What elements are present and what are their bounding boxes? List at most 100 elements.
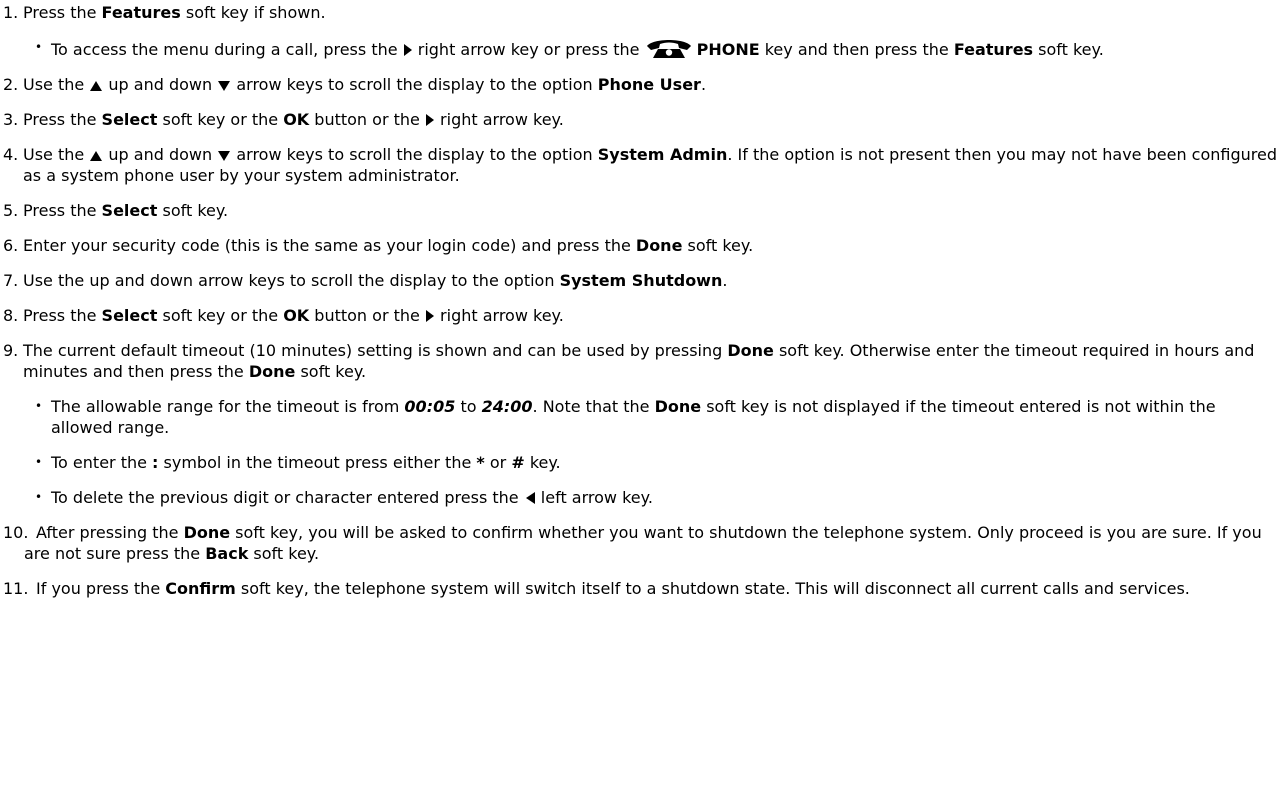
right-arrow-icon [425, 310, 434, 322]
step-text: Use the [23, 75, 90, 94]
step-number: 2. [3, 75, 19, 94]
done-key-label: Done [248, 362, 296, 381]
done-key-label: Done [727, 341, 774, 360]
step-number: 4. [3, 145, 19, 164]
down-arrow-icon [218, 81, 231, 91]
bullet-dot: • [35, 40, 43, 54]
step-10: 10. After pressing the Done soft key, yo… [0, 522, 1282, 564]
right-arrow-icon [425, 114, 434, 126]
step-8: 8. Press the Select soft key or the OK b… [0, 305, 1282, 326]
step-number: 11. [3, 579, 29, 598]
step-text: Use the [23, 145, 90, 164]
step-number: 7. [3, 271, 19, 290]
step-text: Use the up and down arrow keys to scroll… [23, 271, 560, 290]
step-6: 6. Enter your security code (this is the… [0, 235, 1282, 256]
bullet-text: To enter the [51, 453, 153, 472]
step-text: . [722, 271, 728, 290]
max-timeout-value: 24:00 [481, 397, 533, 416]
bullet-text: or [484, 453, 512, 472]
step-text: soft key. [248, 544, 320, 563]
star-key-label: * [476, 453, 485, 472]
step-number: 8. [3, 306, 19, 325]
step-text: right arrow key. [434, 306, 564, 325]
down-arrow-icon [218, 151, 231, 161]
step-text: After pressing the [36, 523, 184, 542]
ok-button-label: OK [283, 110, 310, 129]
step-text: up and down [103, 75, 218, 94]
bullet-text: To delete the previous digit or characte… [51, 488, 524, 507]
features-key-label: Features [101, 3, 181, 22]
step-5: 5. Press the Select soft key. [0, 200, 1282, 221]
phone-key-label: PHONE [696, 40, 760, 59]
step-text: Press the [23, 306, 102, 325]
bullet-text: symbol in the timeout press either the [158, 453, 477, 472]
step-text: soft key. [157, 201, 229, 220]
step-text: soft key. [295, 362, 367, 381]
done-key-label: Done [183, 523, 231, 542]
done-key-label: Done [635, 236, 683, 255]
select-key-label: Select [101, 110, 158, 129]
up-arrow-icon [90, 81, 103, 91]
step-text: The current default timeout (10 minutes)… [23, 341, 728, 360]
min-timeout-value: 00:05 [404, 397, 456, 416]
bullet-text: key. [524, 453, 561, 472]
select-key-label: Select [101, 306, 158, 325]
step-text: soft key or the [157, 306, 284, 325]
step-text: arrow keys to scroll the display to the … [231, 145, 598, 164]
bullet-dot: • [35, 399, 43, 413]
step-9: 9. The current default timeout (10 minut… [0, 340, 1282, 508]
bullet-text: The allowable range for the timeout is f… [51, 397, 405, 416]
list-item: • The allowable range for the timeout is… [23, 396, 1282, 438]
step-text: Press the [23, 3, 102, 22]
step-text: button or the [309, 110, 425, 129]
bullet-dot: • [35, 490, 43, 504]
right-arrow-icon [403, 44, 412, 56]
step-text: . [700, 75, 707, 94]
bullet-text: to [455, 397, 482, 416]
step-4: 4. Use the up and down arrow keys to scr… [0, 144, 1282, 186]
bullet-text: left arrow key. [535, 488, 653, 507]
up-arrow-icon [90, 151, 103, 161]
step-number: 10. [3, 523, 29, 542]
bullet-text: To access the menu during a call, press … [51, 40, 403, 59]
back-key-label: Back [205, 544, 249, 563]
step-text: arrow keys to scroll the display to the … [231, 75, 598, 94]
step-number: 6. [3, 236, 19, 255]
ok-button-label: OK [283, 306, 310, 325]
list-item: • To access the menu during a call, pres… [23, 37, 1282, 60]
done-key-label: Done [654, 397, 702, 416]
select-key-label: Select [101, 201, 158, 220]
step-text: up and down [103, 145, 218, 164]
hash-key-label: # [511, 453, 525, 472]
step-text: Press the [23, 110, 102, 129]
features-key-label: Features [953, 40, 1034, 59]
left-arrow-icon [525, 492, 535, 504]
step-9-bullets: • The allowable range for the timeout is… [23, 396, 1282, 508]
bullet-dot: • [35, 455, 43, 469]
step-1: 1. Press the Features soft key if shown.… [0, 2, 1282, 60]
option-label: System Shutdown [559, 271, 723, 290]
bullet-text: . Note that the [532, 397, 655, 416]
step-3: 3. Press the Select soft key or the OK b… [0, 109, 1282, 130]
step-text: right arrow key. [434, 110, 564, 129]
step-number: 5. [3, 201, 19, 220]
bullet-text: right arrow key or press the [412, 40, 645, 59]
list-item: • To enter the : symbol in the timeout p… [23, 452, 1282, 473]
option-label: Phone User [597, 75, 701, 94]
step-text: soft key, the telephone system will swit… [235, 579, 1190, 598]
step-number: 3. [3, 110, 19, 129]
step-7: 7. Use the up and down arrow keys to scr… [0, 270, 1282, 291]
step-number: 9. [3, 341, 19, 360]
step-number: 1. [3, 3, 19, 22]
instructions-document: 1. Press the Features soft key if shown.… [0, 0, 1282, 599]
step-text: If you press the [36, 579, 166, 598]
phone-key-icon [646, 40, 691, 58]
step-11: 11. If you press the Confirm soft key, t… [0, 578, 1282, 599]
bullet-text: key and then press the [759, 40, 954, 59]
step-text: soft key. [682, 236, 754, 255]
step-text: Enter your security code (this is the sa… [23, 236, 636, 255]
step-1-bullets: • To access the menu during a call, pres… [23, 37, 1282, 60]
list-item: • To delete the previous digit or charac… [23, 487, 1282, 508]
step-text: soft key if shown. [180, 3, 326, 22]
step-text: soft key or the [157, 110, 284, 129]
